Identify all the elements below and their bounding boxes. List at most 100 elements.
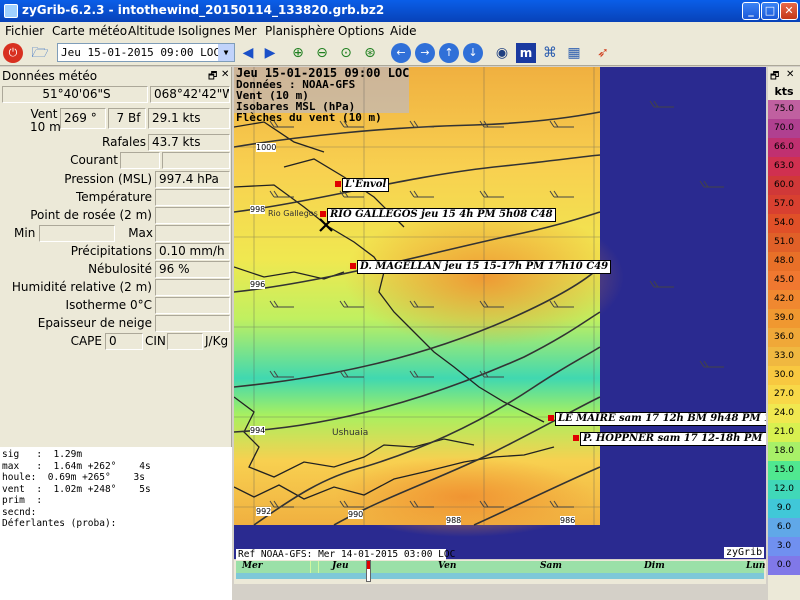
maximize-button[interactable]: □ [761,2,779,20]
date-select[interactable]: Jeu 15-01-2015 09:00 LOC ▼ [57,43,235,62]
previous-step-icon[interactable]: ◀ [238,43,258,63]
float-panel-icon[interactable]: 🗗 [770,69,779,86]
cloud-cover-label: Nébulosité [88,262,152,276]
pan-left-icon[interactable]: ← [391,43,411,63]
scale-cell: 75.0 [768,100,800,119]
route-icon[interactable]: ⌘ [540,43,560,63]
zoom-in-icon[interactable]: ⊕ [288,43,308,63]
cape-label: CAPE [70,334,102,348]
stop-icon[interactable]: ⏻ [3,43,23,63]
humidity-label: Humidité relative (2 m) [11,280,152,294]
zoom-all-icon[interactable]: ⊛ [360,43,380,63]
sea-info-line: vent : 1.02m +248° 5s [2,483,151,495]
weather-map[interactable]: Jeu 15-01-2015 09:00 LOC Données : NOAA-… [234,67,766,559]
menu-aide[interactable]: Aide [390,24,417,38]
open-folder-icon[interactable]: 🗁 [30,43,50,63]
timeline-cursor-mark [367,561,370,569]
city-marker[interactable] [573,435,579,441]
scale-unit: kts [774,85,794,98]
latitude-field: 51°40'06"S [2,86,148,103]
zoom-out-icon[interactable]: ⊖ [312,43,332,63]
chevron-down-icon[interactable]: ▼ [218,44,234,61]
scale-cell: 54.0 [768,214,800,233]
sea-state-info: sig : 1.29m max : 1.64m +262° 4s houle: 0.… [0,447,232,600]
max-label: Max [128,226,153,240]
scale-cell: 24.0 [768,404,800,423]
pan-up-icon[interactable]: ↑ [439,43,459,63]
sea-info-line: sig : 1.29m [2,449,83,460]
scale-cell: 60.0 [768,176,800,195]
timeline-day: Dim [644,561,665,571]
window-title: zyGrib-6.2.3 - intothewind_20150114_1338… [22,3,385,17]
city-label[interactable]: RIO GALLEGOS jeu 15 4h PM 5h08 C48 [327,208,556,222]
timeline-track[interactable] [236,573,764,579]
menu-isolignes[interactable]: Isolignes [178,24,231,38]
scale-cell: 6.0 [768,518,800,537]
city-label[interactable]: D. MAGELLAN jeu 15 15-17h PM 17h10 C49 [357,260,612,274]
precipitation-label: Précipitations [70,244,152,258]
scale-cell: 15.0 [768,461,800,480]
pan-right-icon[interactable]: → [415,43,435,63]
close-panel-icon[interactable]: ✕ [786,69,794,80]
menu-bar: Fichier Carte météo Altitude Isolignes M… [0,22,800,40]
map-arrows-layer: Flèches du vent (10 m) [236,111,382,124]
timeline-days-bar [236,561,764,573]
zoom-selection-icon[interactable]: ⊙ [336,43,356,63]
isobar-label: 998 [250,205,266,214]
day-separator [318,561,319,573]
timeline-day: Jeu [332,561,349,571]
max-temperature-field [155,225,230,242]
longitude-field: 068°42'42"W [150,86,230,103]
close-button[interactable]: ✕ [780,2,798,20]
scale-cell: 57.0 [768,195,800,214]
scale-cell: 66.0 [768,138,800,157]
temperature-label: Température [75,190,152,204]
menu-options[interactable]: Options [338,24,384,38]
city-marker[interactable] [350,263,356,269]
menu-mer[interactable]: Mer [234,24,257,38]
scale-cell: 3.0 [768,537,800,556]
sea-info-line: houle: 0.69m +265° 3s [2,472,145,483]
meteotable-icon[interactable]: m [516,43,536,63]
cloud-cover-field: 96 % [155,261,230,278]
timeline-slider[interactable]: Mer Jeu Ven Sam Dim Lun [234,560,766,584]
city-label[interactable]: L'Envol [342,178,390,192]
day-separator [310,561,311,573]
table-icon[interactable]: ▦ [564,43,584,63]
float-panel-icon[interactable]: 🗗 [208,69,217,86]
weather-data-panel: Données météo 🗗 ✕ 51°40'06"S 068°42'42"W… [0,67,232,600]
isobar-label: 990 [348,510,364,519]
timeline-day: Sam [540,561,562,571]
gust-label: Rafales [102,135,146,149]
minimize-button[interactable]: _ [742,2,760,20]
scale-cell: 36.0 [768,328,800,347]
wind-speed-field: 29.1 kts [148,108,230,129]
menu-altitude[interactable]: Altitude [128,24,175,38]
menu-planisphere[interactable]: Planisphère [265,24,335,38]
city-marker[interactable] [320,211,326,217]
city-marker[interactable] [335,181,341,187]
scale-cell: 42.0 [768,290,800,309]
zygrib-window: zyGrib-6.2.3 - intothewind_20150114_1338… [0,0,800,600]
menu-carte-meteo[interactable]: Carte météo [52,24,127,38]
scale-cell: 12.0 [768,480,800,499]
isobar-label: 994 [250,426,266,435]
sea-info-line: Déferlantes (proba): [2,518,117,529]
city-marker[interactable] [548,415,554,421]
menu-fichier[interactable]: Fichier [5,24,44,38]
rocket-icon[interactable]: ➶ [593,43,613,63]
city-label[interactable]: LE MAIRE sam 17 12h BM 9h48 PM 15h50 [555,412,766,426]
town-label: Rio Gallegos [268,209,318,218]
cin-label: CIN [145,334,166,348]
min-temperature-field [39,225,115,242]
isotherm-label: Isotherme 0°C [65,298,152,312]
next-step-icon[interactable]: ▶ [260,43,280,63]
close-panel-icon[interactable]: ✕ [221,69,229,80]
scale-cell: 18.0 [768,442,800,461]
timeline-day: Mer [242,561,263,571]
pan-down-icon[interactable]: ↓ [463,43,483,63]
panel-title: Données météo [2,69,98,83]
map-header: Jeu 15-01-2015 09:00 LOC Données : NOAA-… [236,67,409,124]
globe-icon[interactable]: ◉ [492,43,512,63]
city-label[interactable]: P. HOPPNER sam 17 12-18h PM 16h49 [580,432,766,446]
